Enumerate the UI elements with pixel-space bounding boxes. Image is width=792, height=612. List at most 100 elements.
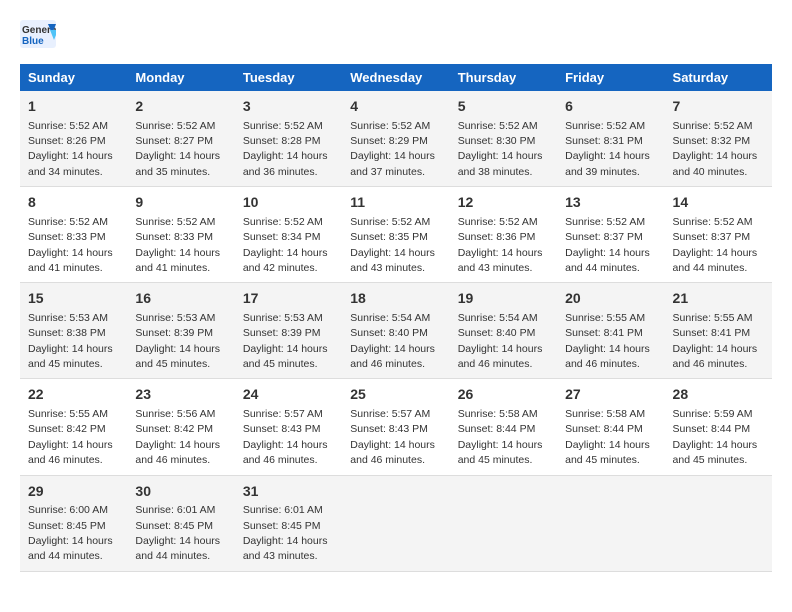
- day-number: 26: [458, 385, 549, 405]
- calendar-cell: 1 Sunrise: 5:52 AMSunset: 8:26 PMDayligh…: [20, 91, 127, 187]
- calendar-cell: 20 Sunrise: 5:55 AMSunset: 8:41 PMDaylig…: [557, 283, 664, 379]
- calendar-cell: 14 Sunrise: 5:52 AMSunset: 8:37 PMDaylig…: [665, 187, 772, 283]
- day-info: Sunrise: 6:01 AMSunset: 8:45 PMDaylight:…: [135, 504, 220, 562]
- calendar-cell: [342, 475, 449, 571]
- day-number: 18: [350, 289, 441, 309]
- page-header: General Blue: [20, 20, 772, 48]
- day-number: 5: [458, 97, 549, 117]
- day-number: 20: [565, 289, 656, 309]
- calendar-cell: 13 Sunrise: 5:52 AMSunset: 8:37 PMDaylig…: [557, 187, 664, 283]
- day-number: 24: [243, 385, 334, 405]
- day-number: 10: [243, 193, 334, 213]
- day-number: 22: [28, 385, 119, 405]
- logo: General Blue: [20, 20, 56, 48]
- day-info: Sunrise: 5:53 AMSunset: 8:39 PMDaylight:…: [135, 312, 220, 370]
- calendar-cell: 10 Sunrise: 5:52 AMSunset: 8:34 PMDaylig…: [235, 187, 342, 283]
- svg-text:Blue: Blue: [22, 36, 44, 47]
- header-friday: Friday: [557, 64, 664, 91]
- header-tuesday: Tuesday: [235, 64, 342, 91]
- calendar-cell: 8 Sunrise: 5:52 AMSunset: 8:33 PMDayligh…: [20, 187, 127, 283]
- calendar-cell: 3 Sunrise: 5:52 AMSunset: 8:28 PMDayligh…: [235, 91, 342, 187]
- day-info: Sunrise: 6:01 AMSunset: 8:45 PMDaylight:…: [243, 504, 328, 562]
- day-info: Sunrise: 5:53 AMSunset: 8:39 PMDaylight:…: [243, 312, 328, 370]
- calendar-cell: 26 Sunrise: 5:58 AMSunset: 8:44 PMDaylig…: [450, 379, 557, 475]
- calendar-cell: [450, 475, 557, 571]
- calendar-cell: 2 Sunrise: 5:52 AMSunset: 8:27 PMDayligh…: [127, 91, 234, 187]
- day-info: Sunrise: 5:52 AMSunset: 8:35 PMDaylight:…: [350, 216, 435, 274]
- day-info: Sunrise: 5:52 AMSunset: 8:33 PMDaylight:…: [135, 216, 220, 274]
- calendar-cell: 15 Sunrise: 5:53 AMSunset: 8:38 PMDaylig…: [20, 283, 127, 379]
- calendar-cell: 28 Sunrise: 5:59 AMSunset: 8:44 PMDaylig…: [665, 379, 772, 475]
- day-number: 3: [243, 97, 334, 117]
- day-info: Sunrise: 5:54 AMSunset: 8:40 PMDaylight:…: [458, 312, 543, 370]
- header-saturday: Saturday: [665, 64, 772, 91]
- day-info: Sunrise: 5:52 AMSunset: 8:37 PMDaylight:…: [565, 216, 650, 274]
- day-info: Sunrise: 5:52 AMSunset: 8:27 PMDaylight:…: [135, 120, 220, 178]
- day-number: 30: [135, 482, 226, 502]
- calendar-cell: 5 Sunrise: 5:52 AMSunset: 8:30 PMDayligh…: [450, 91, 557, 187]
- calendar-cell: [665, 475, 772, 571]
- calendar-cell: 29 Sunrise: 6:00 AMSunset: 8:45 PMDaylig…: [20, 475, 127, 571]
- header-wednesday: Wednesday: [342, 64, 449, 91]
- day-info: Sunrise: 5:52 AMSunset: 8:33 PMDaylight:…: [28, 216, 113, 274]
- day-number: 15: [28, 289, 119, 309]
- day-info: Sunrise: 5:55 AMSunset: 8:42 PMDaylight:…: [28, 408, 113, 466]
- calendar-cell: [557, 475, 664, 571]
- calendar-cell: 18 Sunrise: 5:54 AMSunset: 8:40 PMDaylig…: [342, 283, 449, 379]
- day-info: Sunrise: 5:59 AMSunset: 8:44 PMDaylight:…: [673, 408, 758, 466]
- day-info: Sunrise: 5:58 AMSunset: 8:44 PMDaylight:…: [565, 408, 650, 466]
- day-number: 8: [28, 193, 119, 213]
- calendar-cell: 6 Sunrise: 5:52 AMSunset: 8:31 PMDayligh…: [557, 91, 664, 187]
- day-info: Sunrise: 5:52 AMSunset: 8:36 PMDaylight:…: [458, 216, 543, 274]
- day-number: 1: [28, 97, 119, 117]
- day-info: Sunrise: 5:52 AMSunset: 8:30 PMDaylight:…: [458, 120, 543, 178]
- calendar-cell: 25 Sunrise: 5:57 AMSunset: 8:43 PMDaylig…: [342, 379, 449, 475]
- day-info: Sunrise: 5:55 AMSunset: 8:41 PMDaylight:…: [565, 312, 650, 370]
- day-number: 2: [135, 97, 226, 117]
- day-info: Sunrise: 5:52 AMSunset: 8:29 PMDaylight:…: [350, 120, 435, 178]
- day-info: Sunrise: 5:54 AMSunset: 8:40 PMDaylight:…: [350, 312, 435, 370]
- calendar-week-row: 15 Sunrise: 5:53 AMSunset: 8:38 PMDaylig…: [20, 283, 772, 379]
- header-row: SundayMondayTuesdayWednesdayThursdayFrid…: [20, 64, 772, 91]
- day-number: 13: [565, 193, 656, 213]
- day-info: Sunrise: 5:52 AMSunset: 8:26 PMDaylight:…: [28, 120, 113, 178]
- day-number: 11: [350, 193, 441, 213]
- day-info: Sunrise: 5:52 AMSunset: 8:32 PMDaylight:…: [673, 120, 758, 178]
- day-number: 12: [458, 193, 549, 213]
- calendar-cell: 23 Sunrise: 5:56 AMSunset: 8:42 PMDaylig…: [127, 379, 234, 475]
- day-number: 31: [243, 482, 334, 502]
- day-info: Sunrise: 5:58 AMSunset: 8:44 PMDaylight:…: [458, 408, 543, 466]
- day-info: Sunrise: 5:53 AMSunset: 8:38 PMDaylight:…: [28, 312, 113, 370]
- calendar-cell: 11 Sunrise: 5:52 AMSunset: 8:35 PMDaylig…: [342, 187, 449, 283]
- day-info: Sunrise: 5:57 AMSunset: 8:43 PMDaylight:…: [350, 408, 435, 466]
- calendar-cell: 21 Sunrise: 5:55 AMSunset: 8:41 PMDaylig…: [665, 283, 772, 379]
- day-number: 29: [28, 482, 119, 502]
- calendar-cell: 9 Sunrise: 5:52 AMSunset: 8:33 PMDayligh…: [127, 187, 234, 283]
- calendar-cell: 22 Sunrise: 5:55 AMSunset: 8:42 PMDaylig…: [20, 379, 127, 475]
- day-info: Sunrise: 6:00 AMSunset: 8:45 PMDaylight:…: [28, 504, 113, 562]
- logo-icon: General Blue: [20, 20, 56, 48]
- calendar-cell: 16 Sunrise: 5:53 AMSunset: 8:39 PMDaylig…: [127, 283, 234, 379]
- day-number: 23: [135, 385, 226, 405]
- day-number: 21: [673, 289, 764, 309]
- day-number: 19: [458, 289, 549, 309]
- header-thursday: Thursday: [450, 64, 557, 91]
- day-number: 16: [135, 289, 226, 309]
- calendar-week-row: 29 Sunrise: 6:00 AMSunset: 8:45 PMDaylig…: [20, 475, 772, 571]
- day-number: 28: [673, 385, 764, 405]
- day-info: Sunrise: 5:52 AMSunset: 8:31 PMDaylight:…: [565, 120, 650, 178]
- calendar-cell: 27 Sunrise: 5:58 AMSunset: 8:44 PMDaylig…: [557, 379, 664, 475]
- calendar-cell: 31 Sunrise: 6:01 AMSunset: 8:45 PMDaylig…: [235, 475, 342, 571]
- day-number: 7: [673, 97, 764, 117]
- calendar-week-row: 8 Sunrise: 5:52 AMSunset: 8:33 PMDayligh…: [20, 187, 772, 283]
- calendar-cell: 17 Sunrise: 5:53 AMSunset: 8:39 PMDaylig…: [235, 283, 342, 379]
- calendar-cell: 7 Sunrise: 5:52 AMSunset: 8:32 PMDayligh…: [665, 91, 772, 187]
- day-number: 9: [135, 193, 226, 213]
- day-info: Sunrise: 5:52 AMSunset: 8:37 PMDaylight:…: [673, 216, 758, 274]
- day-info: Sunrise: 5:57 AMSunset: 8:43 PMDaylight:…: [243, 408, 328, 466]
- day-number: 25: [350, 385, 441, 405]
- day-number: 14: [673, 193, 764, 213]
- day-number: 17: [243, 289, 334, 309]
- day-number: 6: [565, 97, 656, 117]
- calendar-cell: 4 Sunrise: 5:52 AMSunset: 8:29 PMDayligh…: [342, 91, 449, 187]
